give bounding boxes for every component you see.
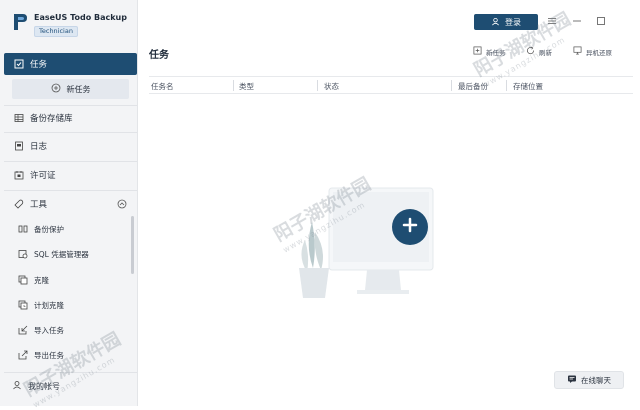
plus-circle-icon [51,83,61,95]
sidebar-item-label: 备份存储库 [30,114,73,124]
new-task-label: 新任务 [66,84,91,94]
easeus-logo-icon [14,14,27,30]
tool-item-clone[interactable]: 克隆 [18,273,49,287]
sidebar-item-label: 许可证 [30,171,56,181]
clone-icon [18,275,28,285]
plant-illustration [299,222,329,298]
tool-item-export[interactable]: 导出任务 [18,348,64,362]
column-separator[interactable] [451,80,452,91]
backup-protect-icon [18,224,28,234]
log-icon [14,141,24,151]
maximize-icon[interactable] [595,15,607,27]
refresh-icon [526,46,535,57]
main-panel: 登录 任务 新任务 刷新 异机还原 任务名 类型 状态 最后备份 存储位置 在线… [139,0,640,406]
add-task-icon [473,46,482,57]
brand: EaseUS Todo Backup Technician [12,12,127,37]
toolbar-label: 异机还原 [586,48,612,57]
chat-label: 在线聊天 [581,375,611,385]
tool-item-label: 计划克隆 [34,300,64,310]
divider [4,161,137,162]
task-check-icon [14,59,24,69]
tool-item-label: 备份保护 [34,224,64,234]
column-separator[interactable] [233,80,234,91]
online-chat-button[interactable]: 在线聊天 [554,371,624,389]
sidebar-item-label: 任务 [30,60,48,70]
license-icon [14,170,24,180]
minimize-icon[interactable] [571,15,583,27]
export-icon [18,350,28,360]
page-title: 任务 [149,50,169,61]
computer-restore-icon [573,46,582,57]
tool-item-schedule-clone[interactable]: 计划克隆 [18,298,64,312]
sidebar-item-tools[interactable]: 工具 [4,193,137,215]
tool-item-import[interactable]: 导入任务 [18,323,64,337]
column-header-task-name[interactable]: 任务名 [151,81,174,92]
import-icon [18,325,28,335]
user-icon [12,380,22,392]
sidebar-item-label: 工具 [30,200,48,210]
edition-badge: Technician [34,26,78,37]
tool-item-backup-protect[interactable]: 备份保护 [18,222,64,236]
divider [4,190,137,191]
toolbar-refresh-button[interactable]: 刷新 [526,46,552,57]
sidebar: EaseUS Todo Backup Technician 任务 新任务 备份存… [0,0,138,406]
toolbar-label: 新任务 [486,48,506,57]
schedule-clone-icon [18,300,28,310]
column-header-storage[interactable]: 存储位置 [513,81,543,92]
divider [4,372,137,373]
tool-item-label: 克隆 [34,275,49,285]
new-task-button[interactable]: 新任务 [12,79,129,99]
column-header-type[interactable]: 类型 [239,81,254,92]
tool-item-label: 导出任务 [34,350,64,360]
toolbar-bare-metal-restore-button[interactable]: 异机还原 [573,46,612,57]
task-table-header: 任务名 类型 状态 最后备份 存储位置 [149,76,633,94]
column-separator[interactable] [506,80,507,91]
column-separator[interactable] [317,80,318,91]
account-label: 我的帐号 [28,381,60,391]
divider [4,132,137,133]
my-account-button[interactable]: 我的帐号 [12,380,60,392]
chat-icon [567,374,577,386]
plus-icon [402,217,418,237]
divider [4,105,137,106]
tool-item-label: SQL 凭据管理器 [34,249,89,259]
tools-icon [14,199,24,209]
sidebar-scrollbar[interactable] [131,216,134,274]
login-button[interactable]: 登录 [474,14,538,30]
toolbar-label: 刷新 [539,48,552,57]
user-icon [491,17,500,28]
chevron-up-icon[interactable] [117,199,127,212]
column-header-status[interactable]: 状态 [324,81,339,92]
tool-item-sql-credential[interactable]: SQL 凭据管理器 [18,247,89,261]
toolbar-new-task-button[interactable]: 新任务 [473,46,506,57]
sidebar-item-tasks[interactable]: 任务 [4,53,137,75]
sql-credential-icon [18,249,28,259]
sidebar-item-label: 日志 [30,142,48,152]
app-name: EaseUS Todo Backup [34,13,127,22]
menu-icon[interactable] [546,15,558,27]
sidebar-item-repository[interactable]: 备份存储库 [4,107,137,129]
column-header-last-backup[interactable]: 最后备份 [458,81,488,92]
sidebar-item-log[interactable]: 日志 [4,135,137,157]
add-task-plus-button[interactable] [392,209,428,245]
repository-icon [14,113,24,123]
sidebar-item-license[interactable]: 许可证 [4,164,137,186]
login-label: 登录 [505,17,521,27]
tool-item-label: 导入任务 [34,325,64,335]
